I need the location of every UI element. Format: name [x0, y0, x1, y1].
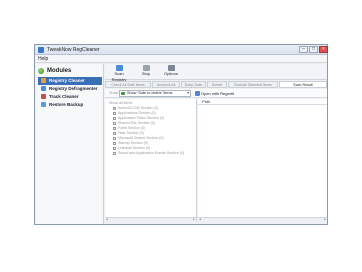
close-button[interactable]: ×: [319, 46, 328, 53]
window-title: TweakNow RegCleaner: [47, 47, 100, 53]
filter-value: Show 'Safe to delete' items: [127, 91, 173, 95]
stop-button[interactable]: Stop: [139, 65, 153, 79]
delete-button[interactable]: Delete: [207, 81, 227, 88]
regedit-icon: [195, 91, 200, 96]
checkbox[interactable]: [113, 117, 116, 120]
uncheck-all-button[interactable]: Uncheck All: [152, 81, 180, 88]
sidebar-item-track-cleaner[interactable]: Track Cleaner: [38, 93, 102, 101]
sidebar: Modules Registry Cleaner Registry Defrag…: [36, 64, 104, 224]
checkbox[interactable]: [113, 147, 116, 150]
check-all-safe-button[interactable]: Check All Safe Items: [105, 81, 151, 88]
restore-icon: [41, 102, 46, 107]
action-tabs: Check All Safe Items Uncheck All Deep Sc…: [105, 81, 327, 88]
checkbox[interactable]: [113, 132, 116, 135]
app-icon: [38, 47, 44, 53]
tab-scan-result[interactable]: Scan Result: [279, 81, 327, 88]
sidebar-item-label: Track Cleaner: [49, 94, 79, 99]
open-regedit-label: Open with Regedit: [201, 91, 234, 96]
minimize-button[interactable]: –: [299, 46, 308, 53]
checkbox[interactable]: [113, 152, 116, 155]
status-bar: [105, 221, 327, 224]
maximize-button[interactable]: □: [309, 46, 318, 53]
path-column-header[interactable]: Path: [198, 99, 327, 105]
checkbox[interactable]: [113, 137, 116, 140]
sidebar-item-label: Registry Defragmenter: [49, 86, 98, 91]
sidebar-item-label: Restore Backup: [49, 102, 84, 107]
menu-help[interactable]: Help: [38, 55, 48, 63]
checkbox[interactable]: [113, 107, 116, 110]
checkbox[interactable]: [113, 122, 116, 125]
show-label: Show: [109, 91, 119, 95]
deep-scan-button[interactable]: Deep Scan: [181, 81, 206, 88]
path-header-label: Path: [202, 99, 211, 104]
modules-title: Modules: [47, 68, 72, 74]
filter-bar: Show Show 'Safe to delete' items ▾ Open …: [105, 89, 327, 98]
scan-registry-button[interactable]: Scan Registry: [107, 65, 131, 82]
sidebar-item-registry-defragmenter[interactable]: Registry Defragmenter: [38, 85, 102, 93]
sidebar-item-registry-cleaner[interactable]: Registry Cleaner: [38, 77, 102, 85]
sidebar-item-label: Registry Cleaner: [49, 78, 85, 83]
toolbar: Scan Registry Stop Options: [105, 64, 327, 82]
open-regedit-button[interactable]: Open with Regedit: [195, 89, 234, 98]
modules-heading: Modules: [38, 67, 102, 76]
track-cleaner-icon: [41, 94, 46, 99]
options-label: Options: [164, 71, 178, 76]
detail-panel: Path ◂ ▸: [198, 99, 327, 221]
stop-label: Stop: [141, 71, 151, 76]
filter-icon: [121, 92, 125, 95]
main-panel: Scan Registry Stop Options Check All Saf…: [105, 64, 327, 224]
registry-cleaner-icon: [41, 78, 46, 83]
title-bar: TweakNow RegCleaner – □ ×: [35, 45, 328, 55]
app-window: TweakNow RegCleaner – □ × Help Modules R…: [34, 44, 328, 225]
chevron-down-icon: ▾: [187, 91, 189, 95]
modules-icon: [38, 68, 44, 74]
tree-item-label: Sound and Application Events Section (0): [118, 151, 185, 155]
show-filter-select[interactable]: Show 'Safe to delete' items ▾: [119, 90, 191, 97]
checkbox[interactable]: [113, 127, 116, 130]
exclude-selected-button[interactable]: Exclude Selected Items: [228, 81, 278, 88]
options-button[interactable]: Options: [161, 65, 181, 79]
defrag-icon: [41, 86, 46, 91]
checkbox[interactable]: [113, 112, 116, 115]
menu-bar: Help: [35, 55, 327, 63]
sidebar-item-restore-backup[interactable]: Restore Backup: [38, 101, 102, 109]
checkbox[interactable]: [113, 142, 116, 145]
section-tree: Show all items ActiveX/COM Section (0) A…: [105, 99, 197, 221]
